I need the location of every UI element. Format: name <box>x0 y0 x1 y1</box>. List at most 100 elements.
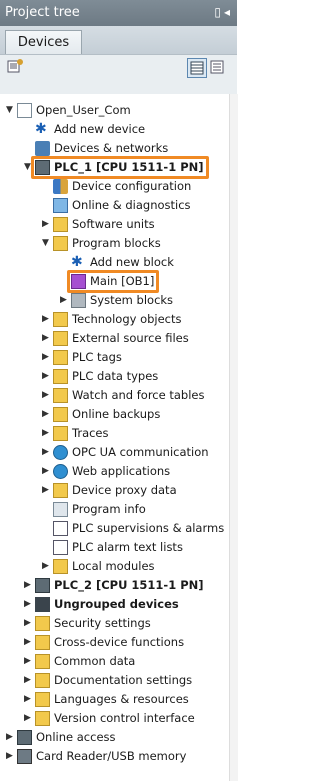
project-tree[interactable]: ▼ Open_User_Com ✱ Add new device Devices & n… <box>0 94 237 781</box>
tree-item-label: PLC_2 [CPU 1511-1 PN] <box>54 578 204 592</box>
expand-arrow-icon[interactable]: ▶ <box>23 694 32 705</box>
tree-item[interactable]: ▼ Open_User_Com <box>0 101 237 120</box>
folder-icon <box>53 407 68 422</box>
tree-item[interactable]: ✱ Add new device <box>0 120 237 139</box>
tree-item-label: Device proxy data <box>72 483 177 497</box>
show-overview-button[interactable] <box>6 58 26 78</box>
highlight-box <box>67 270 159 293</box>
tree-item[interactable]: ▶ Local modules <box>0 557 237 576</box>
tree-item[interactable]: ▶ Online backups <box>0 405 237 424</box>
tree-item[interactable]: ▶ System blocks <box>0 291 237 310</box>
tree-item[interactable]: ▶ Software units <box>0 215 237 234</box>
panel-title: Project tree <box>5 5 80 20</box>
collapse-arrow-icon[interactable]: ▼ <box>41 238 50 249</box>
tree-item[interactable]: ▶ Web applications <box>0 462 237 481</box>
expand-arrow-icon[interactable]: ▶ <box>59 295 68 306</box>
tree-item[interactable]: ▶ Documentation settings <box>0 671 237 690</box>
expand-arrow-icon[interactable]: ▶ <box>41 428 50 439</box>
expand-arrow-icon[interactable]: ▶ <box>41 447 50 458</box>
folder-icon <box>53 483 68 498</box>
overview-grid-icon <box>7 59 23 73</box>
folder-icon <box>53 236 68 251</box>
tree-item[interactable]: PLC supervisions & alarms <box>0 519 237 538</box>
expand-arrow-icon[interactable]: ▶ <box>41 314 50 325</box>
tree-item[interactable]: ▶ Ungrouped devices <box>0 595 237 614</box>
tree-item[interactable]: Main [OB1] <box>0 270 237 293</box>
expand-arrow-icon[interactable]: ▶ <box>23 618 32 629</box>
list-view-icon <box>210 60 224 74</box>
tree-item[interactable]: Program info <box>0 500 237 519</box>
tab-devices[interactable]: Devices <box>5 30 82 54</box>
tree-item[interactable]: ▶ OPC UA communication <box>0 443 237 462</box>
expand-arrow-icon[interactable]: ▶ <box>41 352 50 363</box>
collapse-arrow-icon[interactable]: ▼ <box>5 105 14 116</box>
folder-icon <box>53 559 68 574</box>
tree-item[interactable]: ▶ Traces <box>0 424 237 443</box>
expand-arrow-icon[interactable]: ▶ <box>5 732 14 743</box>
network-icon <box>35 141 50 156</box>
tree-item[interactable]: ▶ PLC tags <box>0 348 237 367</box>
expand-arrow-icon[interactable]: ▶ <box>23 637 32 648</box>
tree-item-label: Local modules <box>72 559 155 573</box>
toolbar-separator <box>0 82 237 94</box>
collapse-icon[interactable]: ◂ <box>224 5 233 19</box>
tree-toolbar <box>0 54 237 82</box>
panel-window-controls[interactable]: ▯◂ <box>214 5 233 19</box>
tree-item[interactable]: ▶ Common data <box>0 652 237 671</box>
expand-arrow-icon[interactable]: ▶ <box>41 409 50 420</box>
expand-arrow-icon[interactable]: ▶ <box>41 561 50 572</box>
expand-arrow-icon[interactable]: ▶ <box>41 219 50 230</box>
expand-arrow-icon[interactable]: ▶ <box>23 580 32 591</box>
pin-icon[interactable]: ▯ <box>214 5 224 19</box>
tree-item-label: Online & diagnostics <box>72 198 191 212</box>
folder-icon <box>53 312 68 327</box>
expand-arrow-icon[interactable]: ▶ <box>23 656 32 667</box>
tree-item[interactable]: ▶ Watch and force tables <box>0 386 237 405</box>
tree-item[interactable]: ▼ PLC_1 [CPU 1511-1 PN] <box>0 156 237 179</box>
tree-item[interactable]: ▶ External source files <box>0 329 237 348</box>
expand-arrow-icon[interactable]: ▶ <box>41 390 50 401</box>
tree-item-label: Open_User_Com <box>36 103 131 117</box>
expand-arrow-icon[interactable]: ▶ <box>5 751 14 762</box>
tree-item[interactable]: ▶ Technology objects <box>0 310 237 329</box>
tree-item-label: Security settings <box>54 616 151 630</box>
tree-item-label: Device configuration <box>72 179 192 193</box>
expand-arrow-icon[interactable]: ▶ <box>41 466 50 477</box>
tree-item-label: PLC supervisions & alarms <box>72 521 225 535</box>
tree-item[interactable]: ▼ Program blocks <box>0 234 237 253</box>
tree-item[interactable]: ▶ Version control interface <box>0 709 237 728</box>
documentation-icon <box>35 673 50 688</box>
tree-item[interactable]: ▶ PLC_2 [CPU 1511-1 PN] <box>0 576 237 595</box>
expand-arrow-icon[interactable]: ▶ <box>41 485 50 496</box>
text-list-icon <box>53 540 68 555</box>
plc-icon <box>35 578 50 593</box>
tree-item[interactable]: ▶ Cross-device functions <box>0 633 237 652</box>
tree-item[interactable]: ▶ Security settings <box>0 614 237 633</box>
tree-item-label: Card Reader/USB memory <box>36 749 187 763</box>
expand-arrow-icon[interactable]: ▶ <box>23 713 32 724</box>
tree-item-label: Languages & resources <box>54 692 189 706</box>
tree-item[interactable]: ▶ Card Reader/USB memory <box>0 747 237 766</box>
vertical-scrollbar[interactable] <box>229 94 238 781</box>
tree-item[interactable]: ▶ Online access <box>0 728 237 747</box>
tree-item-label: Version control interface <box>54 711 195 725</box>
expand-arrow-icon[interactable]: ▶ <box>41 371 50 382</box>
add-device-icon: ✱ <box>35 121 47 137</box>
list-view-button[interactable] <box>208 58 228 78</box>
globe-icon <box>53 464 68 479</box>
tree-view-button[interactable] <box>187 58 207 78</box>
tree-item-label: Cross-device functions <box>54 635 185 649</box>
tree-item[interactable]: ▶ PLC data types <box>0 367 237 386</box>
tree-item[interactable]: Online & diagnostics <box>0 196 237 215</box>
tree-item[interactable]: PLC alarm text lists <box>0 538 237 557</box>
tree-item[interactable]: ▶ Languages & resources <box>0 690 237 709</box>
panel-titlebar: Project tree ▯◂ <box>0 0 237 26</box>
expand-arrow-icon[interactable]: ▶ <box>23 599 32 610</box>
expand-arrow-icon[interactable]: ▶ <box>41 333 50 344</box>
expand-arrow-icon[interactable]: ▶ <box>23 675 32 686</box>
tree-item[interactable]: ▶ Device proxy data <box>0 481 237 500</box>
table-view-icon <box>190 61 204 75</box>
tree-item[interactable]: Device configuration <box>0 177 237 196</box>
tree-item-label: Online access <box>36 730 116 744</box>
diagnostics-icon <box>53 198 68 213</box>
